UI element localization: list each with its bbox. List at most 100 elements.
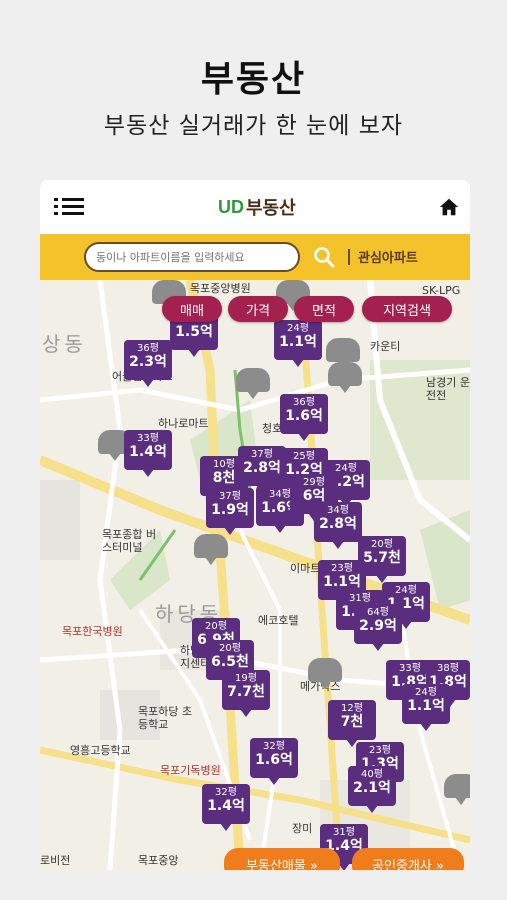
marker-size: 24평 (415, 687, 437, 698)
empty-marker[interactable] (444, 774, 470, 805)
marker-price: 2.8억 (319, 515, 357, 532)
marker-price: 1.1억 (279, 333, 317, 350)
map-label-poi: 이마트 (290, 562, 321, 575)
map-label-poi: 에코호텔 (258, 614, 299, 627)
marker-price: 7.7천 (227, 683, 265, 700)
empty-marker[interactable] (328, 362, 362, 393)
marker-price: 1.5억 (175, 323, 213, 340)
map-label-poi: 하나로마트 (158, 417, 209, 430)
marker-size: 24평 (335, 463, 357, 474)
filter-chip-price[interactable]: 가격 (228, 296, 288, 322)
marker-price: 2.3억 (129, 353, 167, 370)
map-label-poi: 카운티 (370, 340, 401, 353)
marker-size: 20평 (219, 643, 241, 654)
marker-size: 24평 (395, 585, 417, 596)
app-bar: UD 부동산 (40, 180, 470, 234)
empty-marker[interactable] (326, 338, 360, 369)
marker-size: 34평 (327, 505, 349, 516)
map-label-hospital: 목포한국병원 (62, 625, 123, 638)
map-label-terminal: 목포종합 버스터미널 (102, 528, 157, 555)
map-label-poi: 목포중앙병원 (190, 282, 251, 295)
marker-size: 31평 (333, 827, 355, 838)
filter-chip-area[interactable]: 면적 (294, 296, 354, 322)
hero-title: 부동산 (200, 59, 307, 100)
price-marker[interactable]: 40평 2.1억 (348, 766, 396, 813)
app-logo: UD 부동산 (218, 194, 296, 220)
price-marker[interactable]: 32평 1.4억 (202, 784, 250, 831)
filter-chip-sale[interactable]: 매매 (162, 296, 222, 322)
map-label-poi: 로비전 (40, 854, 71, 867)
price-marker[interactable]: 32평 1.6억 (250, 738, 298, 785)
marker-price: 1.1억 (323, 573, 361, 590)
listings-button[interactable]: 부동산매물 » (224, 848, 340, 870)
price-marker[interactable]: 12평 7천 (328, 700, 376, 747)
marker-size: 12평 (341, 703, 363, 714)
marker-price: 6.5천 (211, 653, 249, 670)
marker-price: 7천 (340, 713, 364, 730)
map-label-hospital: 목포기독병원 (160, 764, 221, 777)
marker-size: 37평 (251, 449, 273, 460)
marker-size: 64평 (367, 607, 389, 618)
marker-size: 20평 (205, 621, 227, 632)
price-marker[interactable]: 37평 2.8억 (238, 446, 286, 493)
price-marker[interactable]: 64평 2.9억 (354, 604, 402, 651)
map-label-district: 상동 (42, 332, 87, 356)
map-label-poi: 목포중앙 (138, 854, 179, 867)
price-marker[interactable]: 34평 2.8억 (314, 502, 362, 549)
marker-price: 1.4억 (129, 443, 167, 460)
empty-marker[interactable] (308, 658, 342, 689)
marker-size: 20평 (371, 539, 393, 550)
marker-size: 19평 (235, 673, 257, 684)
marker-size: 38평 (437, 663, 459, 674)
marker-size: 33평 (137, 433, 159, 444)
favorites-link[interactable]: 관심아파트 (358, 247, 418, 266)
price-marker[interactable]: 37평 1.9억 (206, 488, 254, 535)
map-label-school: 영흥고등학교 (70, 744, 131, 757)
hero-subtitle: 부동산 실거래가 한 눈에 보자 (103, 113, 404, 139)
price-marker[interactable]: 36평 1.6억 (280, 394, 328, 441)
marker-price: 2.8억 (243, 459, 281, 476)
marker-price: 1.4억 (207, 797, 245, 814)
marker-price: 2.9억 (359, 617, 397, 634)
map-view[interactable]: 상동 목포중앙병원 어울림아파트 하나로마트 청호 목포한국병원 하당동 하당동… (40, 280, 470, 870)
marker-size: 29평 (303, 477, 325, 488)
marker-size: 37평 (219, 491, 241, 502)
marker-size: 40평 (361, 769, 383, 780)
separator (348, 249, 350, 265)
logo-mark: UD (218, 196, 244, 217)
marker-price: 1.9억 (211, 501, 249, 518)
price-marker[interactable]: 36평 2.3억 (124, 340, 172, 387)
logo-text: 부동산 (246, 198, 296, 219)
marker-size: 23평 (331, 563, 353, 574)
map-label-poi: 남경기 운전전 (426, 376, 470, 403)
empty-marker[interactable] (194, 534, 228, 565)
phone-screen: UD 부동산 관심아파트 (40, 180, 470, 870)
price-marker[interactable]: 24평 1.1억 (402, 684, 450, 731)
marker-size: 25평 (293, 451, 315, 462)
marker-price: 1.6억 (285, 407, 323, 424)
home-icon[interactable] (438, 196, 460, 218)
marker-price: 6억 (302, 487, 326, 504)
marker-size: 36평 (293, 397, 315, 408)
search-bar: 관심아파트 (40, 234, 470, 280)
filter-chip-region-search[interactable]: 지역검색 (362, 296, 452, 322)
marker-price: 2.1억 (353, 779, 391, 796)
marker-price: 1.1억 (407, 697, 445, 714)
marker-size: 32평 (215, 787, 237, 798)
marker-size: 23평 (369, 745, 391, 756)
price-marker[interactable]: 33평 1.4억 (124, 430, 172, 477)
map-label-school: 목포하당 초등학교 (138, 705, 193, 732)
marker-size: 31평 (349, 593, 371, 604)
menu-icon[interactable] (54, 198, 84, 216)
empty-marker[interactable] (236, 368, 270, 399)
map-label-poi: 장미 (292, 822, 313, 835)
marker-size: 32평 (263, 741, 285, 752)
marker-size: 36평 (137, 343, 159, 354)
search-input[interactable] (84, 242, 300, 272)
search-icon[interactable] (312, 245, 336, 269)
marker-size: 24평 (287, 323, 309, 334)
marker-price: 1.6억 (255, 751, 293, 768)
price-marker[interactable]: 24평 1.1억 (274, 320, 322, 367)
price-marker[interactable]: 19평 7.7천 (222, 670, 270, 717)
agents-button[interactable]: 공인중개사 » (352, 848, 464, 870)
